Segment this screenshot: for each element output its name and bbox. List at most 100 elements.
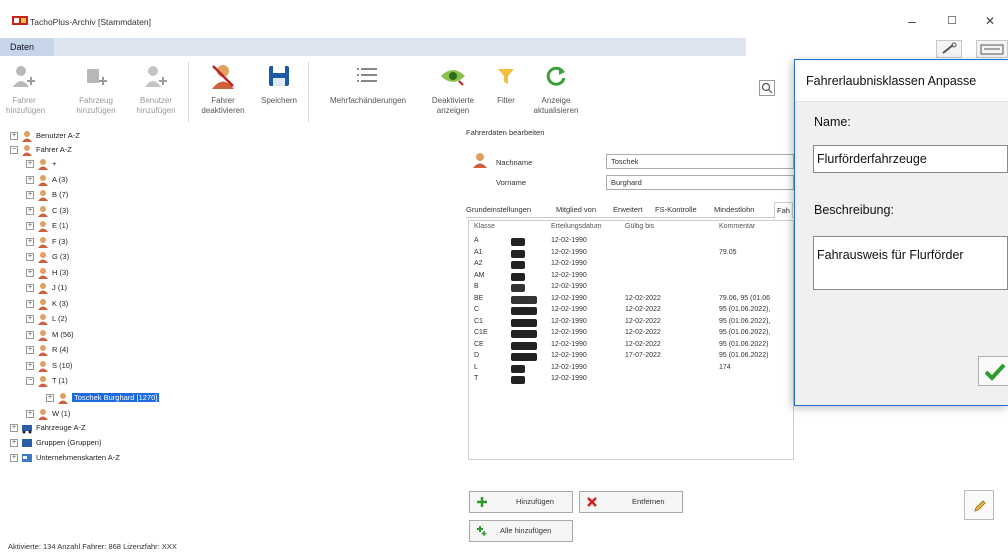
tab-mitglied-von[interactable]: Mitglied von	[556, 202, 596, 218]
table-row[interactable]: T 12-02-1990	[469, 375, 793, 386]
nachname-input[interactable]: Toschek	[606, 154, 794, 169]
vorname-input[interactable]: Burghard	[606, 175, 794, 190]
tab-erweitert[interactable]: Erweitert	[613, 202, 643, 218]
filter-button[interactable]: Filter	[488, 56, 524, 128]
vehicle-class-icon	[511, 364, 525, 373]
table-row[interactable]: C1E 12-02-1990 12-02-2022 95 (01.06.2022),	[469, 329, 793, 340]
dialog-description-input[interactable]: Fahrausweis für Flurförder	[813, 236, 1008, 290]
tab-mindestlohn[interactable]: Mindestlohn	[714, 202, 754, 218]
tree-node-w[interactable]: + W (1)	[26, 408, 70, 421]
search-button[interactable]	[759, 80, 775, 96]
table-row[interactable]: L 12-02-1990 174	[469, 364, 793, 375]
remove-button-label: Entfernen	[632, 497, 665, 506]
bulk-changes-button[interactable]: Mehrfachänderungen	[314, 56, 422, 128]
tree-node-letter[interactable]: + S (10)	[26, 360, 72, 372]
table-row[interactable]: A 12-02-1990	[469, 237, 793, 248]
minimize-button[interactable]: –	[900, 10, 924, 32]
show-deactivated-button[interactable]: Deaktivierte anzeigen	[424, 56, 482, 128]
cell-gueltig-bis: 12-02-2022	[625, 294, 661, 302]
tree-node-letter[interactable]: + H (3)	[26, 267, 69, 279]
add-vehicle-icon	[87, 69, 107, 85]
tree-node-letter[interactable]: + +	[26, 158, 56, 171]
tree-node-letter[interactable]: + M (56)	[26, 329, 74, 341]
add-all-button[interactable]: Alle hinzufügen	[469, 520, 573, 542]
toolbar-separator	[308, 62, 309, 122]
maximize-button[interactable]: ☐	[940, 10, 964, 32]
dialog-ok-button[interactable]	[978, 356, 1008, 386]
table-row[interactable]: C 12-02-1990 12-02-2022 95 (01.06.2022),	[469, 306, 793, 317]
add-vehicle-label: Fahrzeug hinzufügen	[76, 96, 116, 115]
tree-label: C (3)	[52, 205, 69, 215]
vehicle-class-icon	[511, 353, 537, 361]
add-driver-button[interactable]: Fahrer hinzufügen	[6, 56, 46, 128]
save-button[interactable]: Speichern	[256, 56, 302, 128]
tab-fs-kontrolle[interactable]: FS-Kontrolle	[655, 202, 697, 218]
dialog-name-input[interactable]: Flurförderfahrzeuge	[813, 145, 1008, 173]
tree-node-gruppen[interactable]: + Gruppen (Gruppen)	[10, 437, 101, 449]
tree-node-letter[interactable]: + E (1)	[26, 220, 68, 233]
add-user-label: Benutzer hinzufügen	[136, 96, 176, 115]
tree-node-fahrzeuge[interactable]: + Fahrzeuge A-Z	[10, 422, 86, 434]
tab-fahrerlaubnis[interactable]: Fah	[774, 202, 793, 218]
table-row[interactable]: C1 12-02-1990 12-02-2022 95 (01.06.2022),	[469, 318, 793, 329]
remove-icon	[587, 497, 597, 507]
tree-node-benutzer[interactable]: + Benutzer A-Z	[10, 130, 80, 143]
tools-icon[interactable]	[936, 40, 962, 58]
add-vehicle-button[interactable]: Fahrzeug hinzufügen	[70, 56, 122, 128]
cell-erteilungsdatum: 12-02-1990	[551, 340, 587, 348]
table-row[interactable]: A1 12-02-1990 79.05	[469, 249, 793, 260]
tree-node-letter[interactable]: + L (2)	[26, 313, 68, 326]
add-button[interactable]: Hinzufügen	[469, 491, 573, 513]
column-header-klasse: Klasse	[474, 223, 496, 230]
cell-kommentar: 79.06, 95 (01.06	[719, 294, 770, 302]
add-user-button[interactable]: Benutzer hinzufügen	[130, 56, 182, 128]
remove-button[interactable]: Entfernen	[579, 491, 683, 513]
table-row[interactable]: A2 12-02-1990	[469, 260, 793, 271]
settings-panel-icon[interactable]	[976, 40, 1008, 58]
tree-node-letter[interactable]: + A (3)	[26, 174, 68, 186]
tree-node-selected-driver[interactable]: + Toschek Burghard [1270]	[46, 392, 160, 405]
tree-node-unternehmenskarten[interactable]: + Unternehmenskarten A-Z	[10, 452, 120, 464]
table-row[interactable]: CE 12-02-1990 12-02-2022 95 (01.06.2022)	[469, 341, 793, 352]
driver-icon	[38, 360, 48, 372]
cell-klasse: CE	[474, 340, 484, 348]
cell-erteilungsdatum: 12-02-1990	[551, 248, 587, 256]
vehicle-class-icon	[511, 318, 537, 327]
cell-gueltig-bis: 12-02-2022	[625, 306, 661, 313]
deactivate-driver-button[interactable]: Fahrer deaktivieren	[195, 56, 251, 128]
driver-icon	[38, 236, 48, 248]
tree-node-letter[interactable]: − T (1)	[26, 375, 68, 388]
tree-node-letter[interactable]: + R (4)	[26, 344, 69, 357]
table-row[interactable]: D 12-02-1990 17-07-2022 95 (01.06.2022)	[469, 352, 793, 363]
refresh-button[interactable]: Anzeige aktualisieren	[528, 56, 584, 128]
cell-klasse: C1E	[474, 329, 488, 336]
cell-erteilungsdatum: 12-02-1990	[551, 375, 587, 382]
vehicle-class-icon	[511, 272, 525, 281]
add-driver-label: Fahrer hinzufügen	[6, 96, 46, 115]
menu-daten[interactable]: Daten	[0, 38, 54, 56]
tab-grundeinstellungen[interactable]: Grundeinstellungen	[466, 202, 531, 218]
table-row[interactable]: BE 12-02-1990 12-02-2022 79.06, 95 (01.06	[469, 295, 793, 306]
vehicle-class-icon	[511, 284, 525, 292]
tree-node-letter[interactable]: + F (3)	[26, 236, 68, 248]
edit-button[interactable]	[964, 490, 994, 520]
column-header-erteilungsdatum: Erteilungsdatum	[551, 223, 602, 230]
pencil-icon	[974, 500, 986, 512]
close-button[interactable]: ✕	[978, 10, 1002, 32]
cell-kommentar: 79.05	[719, 248, 737, 256]
tree-node-letter[interactable]: + G (3)	[26, 251, 69, 264]
deactivate-driver-icon	[212, 65, 234, 89]
tree-label: L (2)	[52, 314, 68, 323]
tree-node-letter[interactable]: + C (3)	[26, 205, 69, 217]
tree-node-letter[interactable]: + K (3)	[26, 298, 68, 310]
tab-strip: Grundeinstellungen Mitglied von Erweiter…	[466, 202, 796, 218]
driver-icon	[38, 283, 48, 295]
window-title: TachoPlus-Archiv [Stammdaten]	[30, 17, 151, 27]
tree-node-letter[interactable]: + J (1)	[26, 282, 67, 295]
tree-node-fahrer[interactable]: − Fahrer A-Z	[10, 144, 72, 157]
tree-node-letter[interactable]: + B (7)	[26, 189, 68, 202]
table-row[interactable]: B 12-02-1990	[469, 283, 793, 294]
vehicle-class-icon	[511, 249, 525, 258]
table-row[interactable]: AM 12-02-1990	[469, 272, 793, 283]
panel-title: Fahrerdaten bearbeiten	[466, 128, 545, 137]
